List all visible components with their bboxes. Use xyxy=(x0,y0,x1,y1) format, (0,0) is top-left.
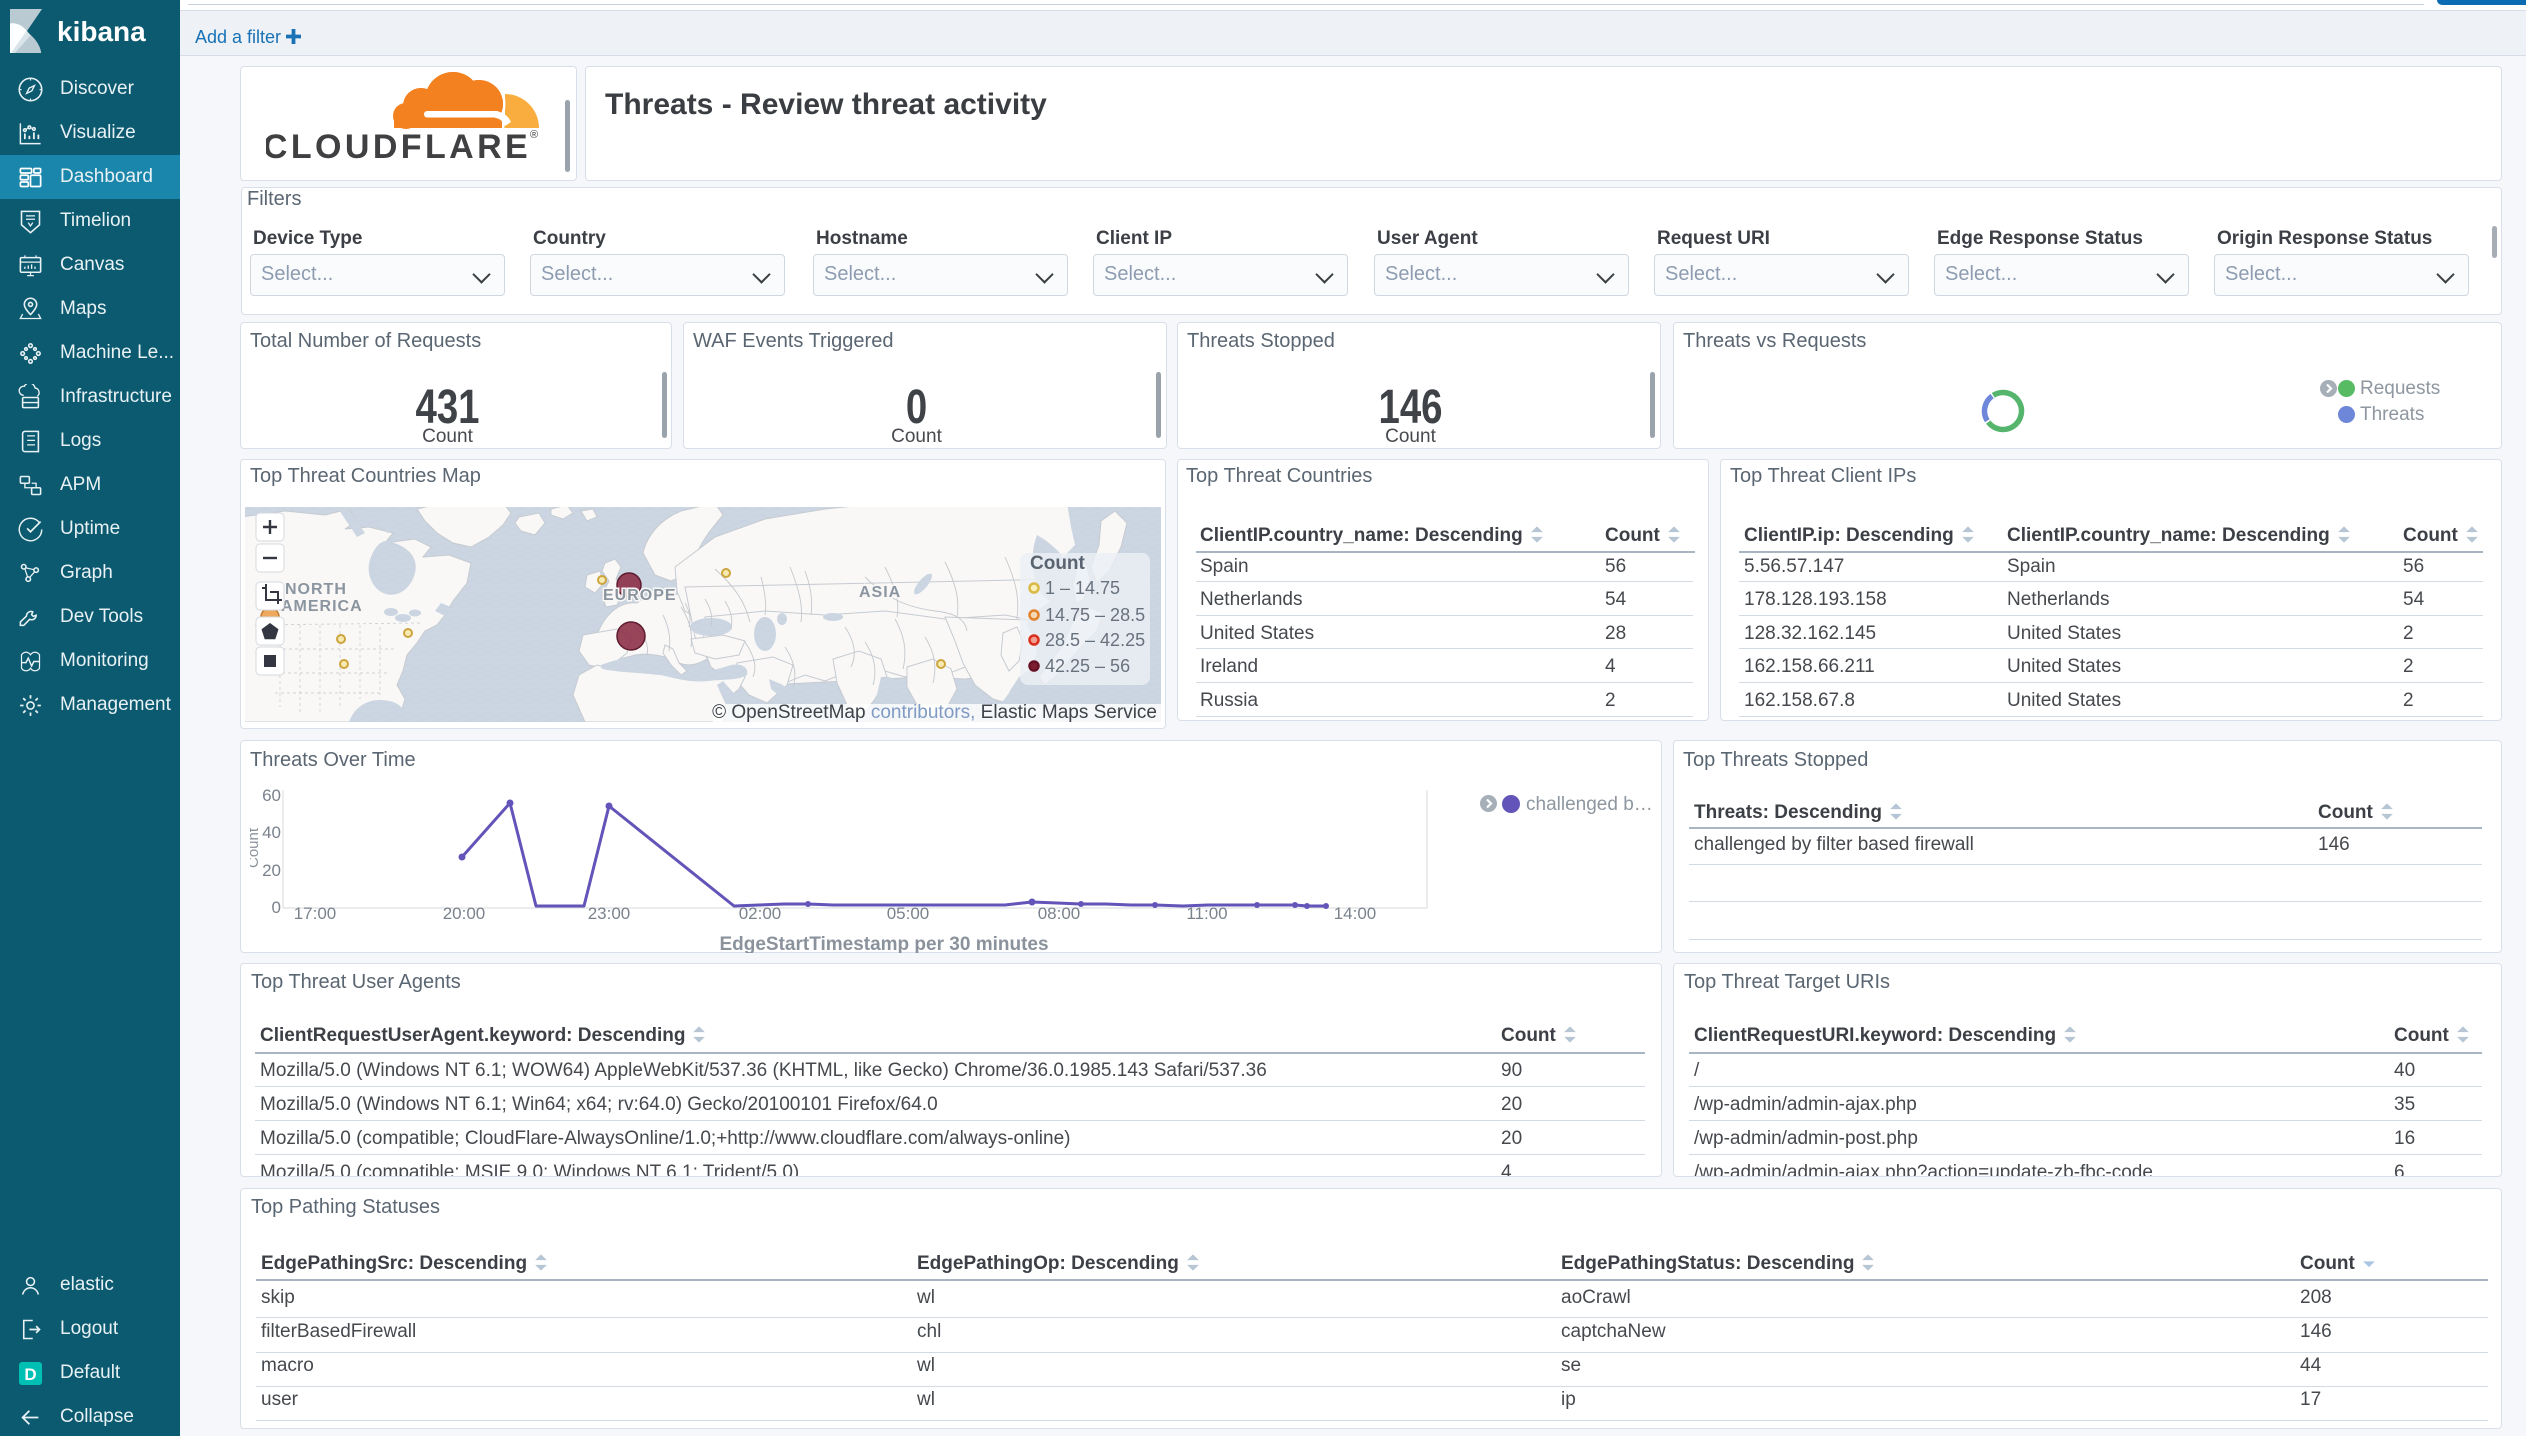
svg-text:14:00: 14:00 xyxy=(1334,904,1377,923)
svg-text:D: D xyxy=(24,1365,36,1384)
svg-text:05:00: 05:00 xyxy=(887,904,930,923)
svg-text:0: 0 xyxy=(272,898,281,917)
svg-text:42.25 – 56: 42.25 – 56 xyxy=(1045,656,1130,676)
svg-text:08:00: 08:00 xyxy=(1038,904,1081,923)
svg-text:EUROPE: EUROPE xyxy=(603,587,677,604)
svg-text:®: ® xyxy=(530,129,538,141)
svg-text:EdgeStartTimestamp per 30 minu: EdgeStartTimestamp per 30 minutes xyxy=(719,934,1048,953)
svg-text:20: 20 xyxy=(262,861,281,880)
svg-text:40: 40 xyxy=(262,823,281,842)
svg-text:14.75 – 28.5: 14.75 – 28.5 xyxy=(1045,605,1145,625)
svg-text:CLOUDFLARE: CLOUDFLARE xyxy=(266,128,531,165)
svg-text:AMERICA: AMERICA xyxy=(281,598,363,615)
svg-text:1 – 14.75: 1 – 14.75 xyxy=(1045,578,1120,598)
svg-text:28.5 – 42.25: 28.5 – 42.25 xyxy=(1045,630,1145,650)
svg-text:Count: Count xyxy=(1030,553,1086,574)
svg-text:Count: Count xyxy=(250,827,262,868)
svg-text:NORTH: NORTH xyxy=(285,581,347,598)
svg-text:60: 60 xyxy=(262,786,281,805)
svg-text:20:00: 20:00 xyxy=(443,904,486,923)
svg-text:23:00: 23:00 xyxy=(588,904,631,923)
svg-text:ASIA: ASIA xyxy=(859,584,901,601)
svg-text:© OpenStreetMap contributors,: © OpenStreetMap contributors, Elastic Ma… xyxy=(712,702,1157,722)
svg-text:17:00: 17:00 xyxy=(294,904,337,923)
